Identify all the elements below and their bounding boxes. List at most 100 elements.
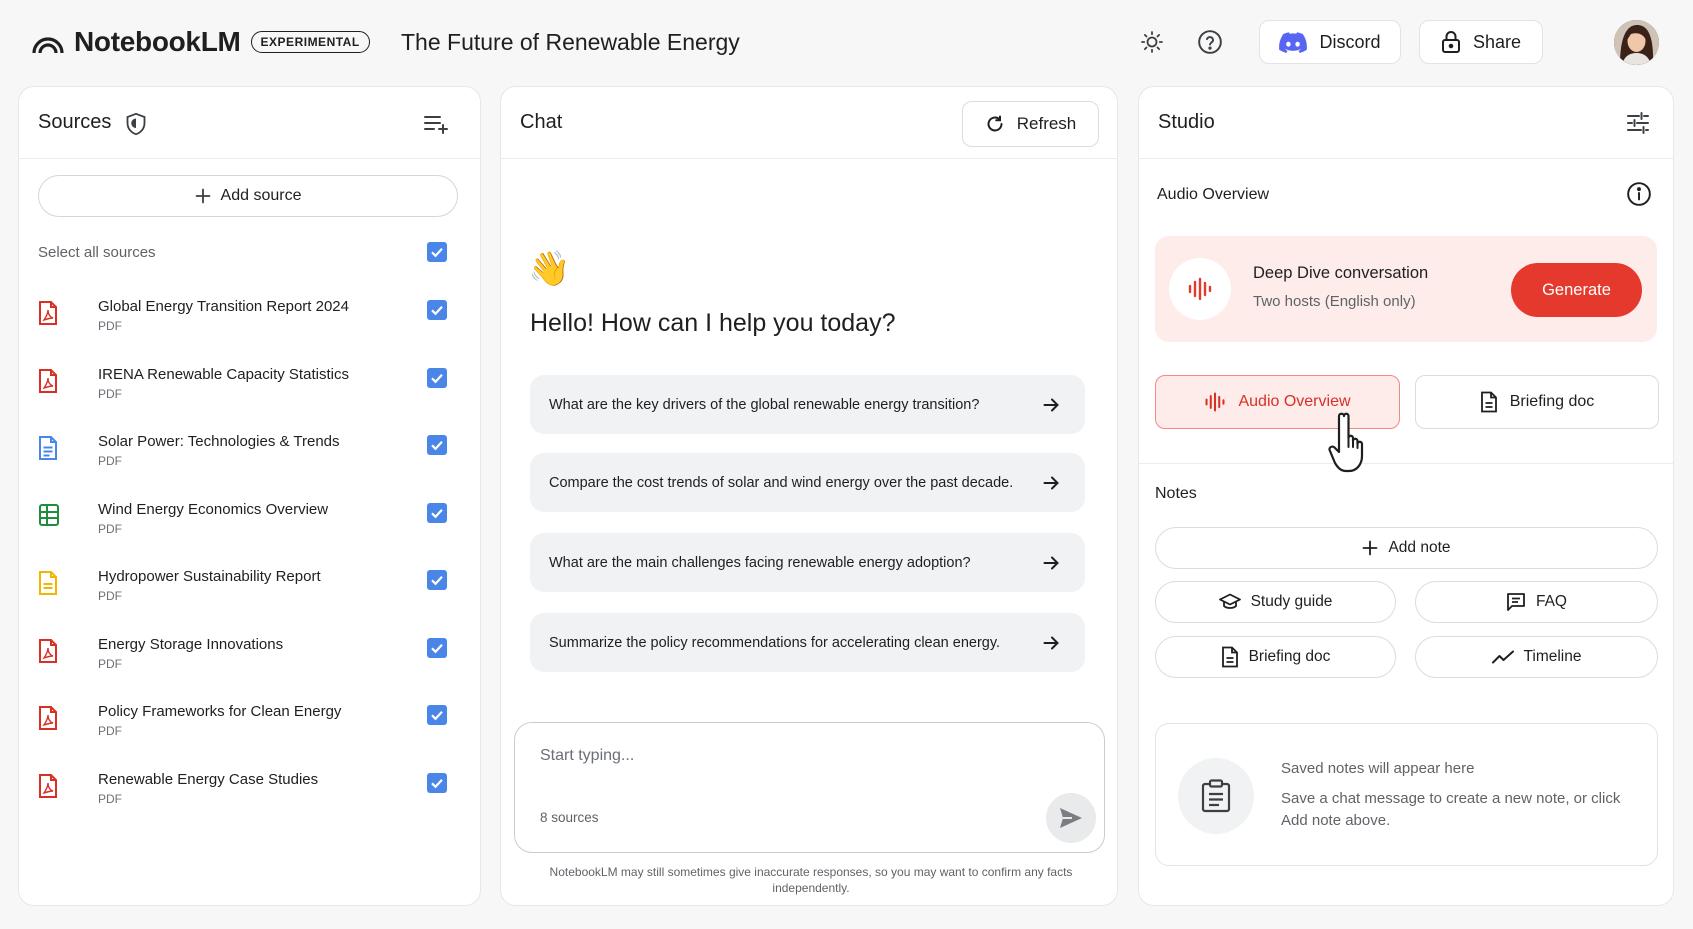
suggestion-chip[interactable]: Summarize the policy recommendations for… <box>530 613 1085 672</box>
greeting: Hello! How can I help you today? <box>530 309 896 337</box>
shield-icon <box>126 112 146 136</box>
info-icon[interactable] <box>1626 181 1652 207</box>
pdf-icon <box>38 300 60 326</box>
suggestion-text: Compare the cost trends of solar and win… <box>549 474 1014 491</box>
suggestion-chip[interactable]: What are the main challenges facing rene… <box>530 533 1085 592</box>
briefing-doc-tile[interactable]: Briefing doc <box>1415 375 1659 429</box>
chat-input[interactable] <box>540 747 1020 765</box>
chat-input-box: 8 sources <box>514 722 1105 853</box>
waving-hand-emoji: 👋 <box>528 250 571 288</box>
deep-dive-subtitle: Two hosts (English only) <box>1253 293 1416 310</box>
select-all-checkbox[interactable] <box>427 242 447 262</box>
pdf-icon <box>38 638 60 664</box>
source-name: Renewable Energy Case Studies <box>98 770 319 788</box>
check-icon <box>431 711 443 721</box>
add-source-button[interactable]: Add source <box>38 175 458 217</box>
sheet-icon <box>38 503 60 529</box>
user-avatar[interactable] <box>1614 20 1659 65</box>
source-checkbox[interactable] <box>427 300 447 320</box>
graduation-cap-icon <box>1218 593 1241 609</box>
arrow-right-icon <box>1043 398 1059 411</box>
source-checkbox[interactable] <box>427 435 447 455</box>
source-checkbox[interactable] <box>427 502 447 523</box>
source-item[interactable]: Solar Power: Technologies & Trends PDF <box>38 433 458 481</box>
faq-button[interactable]: FAQ <box>1415 581 1658 623</box>
briefing-doc-label: Briefing doc <box>1248 648 1331 665</box>
empty-notes-title: Saved notes will appear here <box>1281 760 1475 777</box>
source-type: PDF <box>98 791 122 806</box>
pdf-icon <box>38 368 60 394</box>
source-item[interactable]: Energy Storage Innovations PDF <box>38 636 458 684</box>
source-name: Global Energy Transition Report 2024 <box>98 298 349 315</box>
source-name: Energy Storage Innovations <box>98 635 284 653</box>
check-icon <box>431 306 443 316</box>
source-type: PDF <box>98 589 122 603</box>
pdf-icon <box>38 705 60 731</box>
suggestion-chip[interactable]: Compare the cost trends of solar and win… <box>530 453 1085 512</box>
source-checkbox[interactable] <box>427 705 447 725</box>
pdf-icon <box>38 773 60 799</box>
document-icon <box>1480 391 1497 413</box>
source-item[interactable]: Wind Energy Economics Overview PDF <box>38 501 458 549</box>
sources-panel: Sources Add source Select all sources Gl… <box>18 86 481 906</box>
timeline-label: Timeline <box>1523 648 1582 665</box>
chat-bubble-icon <box>1507 593 1525 611</box>
source-checkbox[interactable] <box>427 570 447 590</box>
sources-header: Sources <box>19 87 480 159</box>
tune-icon[interactable] <box>1626 111 1650 135</box>
notes-heading: Notes <box>1155 485 1197 502</box>
lock-icon <box>1441 31 1460 53</box>
audio-overview-label: Audio Overview <box>1238 393 1351 410</box>
add-source-label: Add source <box>220 187 302 204</box>
check-icon <box>431 576 443 586</box>
source-name: Wind Energy Economics Overview <box>98 500 329 518</box>
sun-icon[interactable] <box>1138 28 1166 56</box>
arrow-right-icon <box>1043 636 1059 649</box>
send-button[interactable] <box>1046 793 1096 843</box>
playlist-add-icon[interactable] <box>423 113 449 135</box>
deep-dive-title: Deep Dive conversation <box>1253 264 1429 282</box>
check-icon <box>431 441 443 451</box>
add-note-button[interactable]: Add note <box>1155 527 1658 569</box>
discord-button[interactable]: Discord <box>1259 20 1401 64</box>
source-name: Hydropower Sustainability Report <box>98 568 321 585</box>
source-type: PDF <box>98 724 122 738</box>
source-item[interactable]: Renewable Energy Case Studies PDF <box>38 771 458 819</box>
check-icon <box>431 373 443 383</box>
source-type: PDF <box>98 319 122 333</box>
study-guide-button[interactable]: Study guide <box>1155 581 1396 623</box>
chat-title: Chat <box>520 111 563 133</box>
select-all-label: Select all sources <box>38 244 156 261</box>
audio-overview-button[interactable]: Audio Overview <box>1155 375 1400 429</box>
add-note-label: Add note <box>1388 539 1451 556</box>
suggestion-text: What are the main challenges facing rene… <box>549 554 971 571</box>
clipboard-icon <box>1178 758 1254 834</box>
source-type: PDF <box>98 521 122 536</box>
refresh-icon <box>987 115 1003 132</box>
help-circle-icon[interactable] <box>1196 28 1224 56</box>
check-icon <box>431 508 443 518</box>
source-item[interactable]: Policy Frameworks for Clean Energy PDF <box>38 703 458 751</box>
source-checkbox[interactable] <box>427 772 447 793</box>
app-logo[interactable]: NotebookLM EXPERIMENTAL <box>32 26 370 58</box>
notebook-title[interactable]: The Future of Renewable Energy <box>401 29 740 56</box>
source-item[interactable]: Hydropower Sustainability Report PDF <box>38 568 458 616</box>
source-checkbox[interactable] <box>427 637 447 658</box>
share-button[interactable]: Share <box>1419 20 1543 64</box>
source-checkbox[interactable] <box>427 367 447 388</box>
suggestion-chip[interactable]: What are the key drivers of the global r… <box>530 375 1085 434</box>
refresh-button[interactable]: Refresh <box>962 101 1099 147</box>
source-name: IRENA Renewable Capacity Statistics <box>98 365 349 383</box>
source-item[interactable]: Global Energy Transition Report 2024 PDF <box>38 298 458 346</box>
chat-header: Chat Refresh <box>501 87 1117 159</box>
source-item[interactable]: IRENA Renewable Capacity Statistics PDF <box>38 366 458 414</box>
briefing-doc-button[interactable]: Briefing doc <box>1155 636 1396 678</box>
check-icon <box>431 248 443 258</box>
generate-button[interactable]: Generate <box>1511 263 1642 317</box>
document-icon <box>1221 646 1238 668</box>
doc-icon <box>38 435 60 461</box>
check-icon <box>431 643 443 653</box>
experimental-badge: EXPERIMENTAL <box>250 31 370 53</box>
send-icon <box>1060 808 1082 828</box>
timeline-button[interactable]: Timeline <box>1415 636 1658 678</box>
